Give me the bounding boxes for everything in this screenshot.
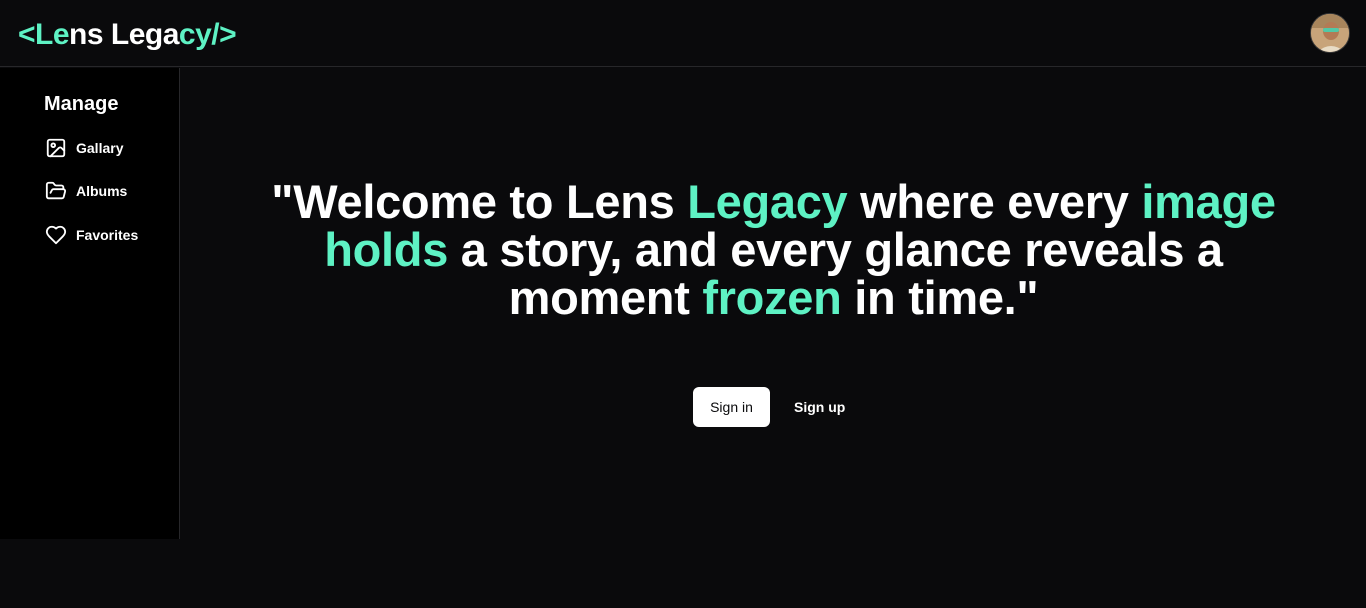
user-avatar[interactable] — [1310, 13, 1350, 53]
logo-part-3: cy/> — [178, 18, 237, 51]
app-root: <Lens Legacy/> Manage Gallary Albums Fav… — [0, 0, 1366, 608]
auth-actions: Sign in Sign up — [693, 387, 859, 427]
avatar-icon — [1311, 14, 1349, 52]
hero-quote: "Welcome to Lens Legacy where every imag… — [181, 178, 1366, 322]
sidebar-item-label: Albums — [76, 183, 128, 199]
sidebar-item-favorites[interactable]: Favorites — [44, 222, 174, 248]
hero-highlight: Legacy — [687, 175, 848, 228]
hero-text: a story, and every glance reveals a — [448, 223, 1223, 276]
sign-in-button[interactable]: Sign in — [693, 387, 770, 427]
hero-text: in time." — [841, 271, 1039, 324]
sign-up-button[interactable]: Sign up — [780, 387, 859, 427]
sidebar: Manage Gallary Albums Favorites — [0, 68, 180, 539]
hero-highlight: frozen — [702, 271, 842, 324]
folder-open-icon — [44, 179, 68, 203]
hero-line-1: "Welcome to Lens Legacy where every imag… — [181, 178, 1366, 226]
hero-line-3: moment frozen in time." — [181, 274, 1366, 322]
hero-highlight: image — [1141, 175, 1276, 228]
sidebar-title: Manage — [44, 93, 119, 115]
logo-part-1: Le — [35, 18, 70, 51]
sidebar-item-albums[interactable]: Albums — [44, 178, 174, 204]
logo-part-2: ns Lega — [69, 18, 179, 51]
sidebar-item-label: Favorites — [76, 227, 139, 243]
brand-logo[interactable]: <Lens Legacy/> — [18, 17, 237, 53]
heart-icon — [44, 223, 68, 247]
sidebar-item-label: Gallary — [76, 140, 124, 156]
hero-text: "Welcome to Lens — [271, 175, 688, 228]
hero-text: where every — [847, 175, 1142, 228]
top-navbar: <Lens Legacy/> — [0, 2, 1366, 67]
hero-text: moment — [508, 271, 703, 324]
hero-highlight: holds — [324, 223, 449, 276]
hero-line-2: holds a story, and every glance reveals … — [181, 226, 1366, 274]
sidebar-item-gallary[interactable]: Gallary — [44, 135, 174, 161]
image-icon — [44, 136, 68, 160]
logo-open-bracket: < — [18, 18, 36, 51]
